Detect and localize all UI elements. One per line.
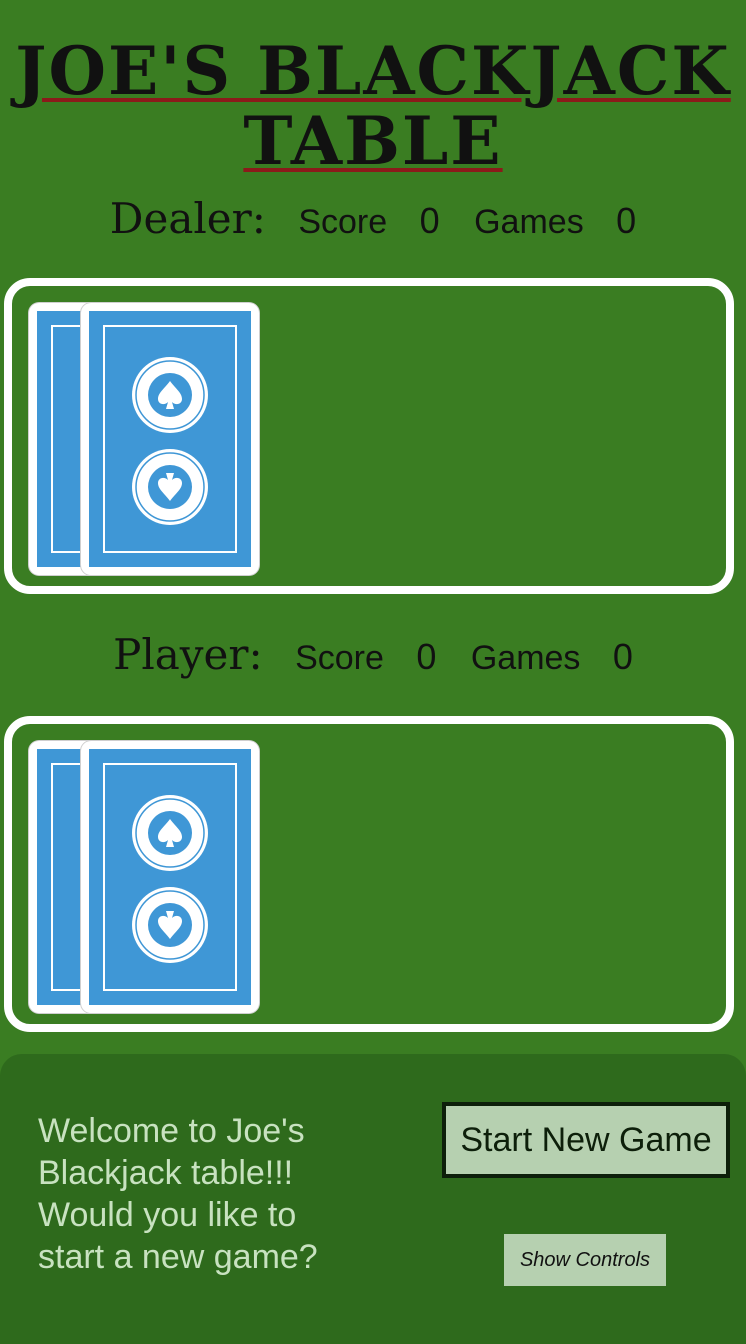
dealer-score-value: 0 — [419, 200, 440, 241]
dealer-scoreline: Dealer: Score 0 Games 0 — [0, 194, 746, 243]
dealer-label: Dealer: — [109, 194, 266, 243]
dealer-score-label: Score — [298, 203, 388, 241]
player-score-label: Score — [295, 639, 384, 677]
welcome-message: Welcome to Joe's Blackjack table!!! Woul… — [38, 1112, 318, 1276]
player-games-label: Games — [470, 639, 581, 677]
player-score-value: 0 — [416, 636, 437, 677]
player-label: Player: — [113, 630, 263, 679]
dealer-games-value: 0 — [616, 200, 637, 241]
dealer-card-back-2 — [81, 303, 259, 575]
player-scoreline: Player: Score 0 Games 0 — [0, 630, 746, 679]
player-card-back-2 — [81, 741, 259, 1013]
acbl-seal-icon — [132, 887, 208, 963]
dealer-games-label: Games — [474, 203, 584, 241]
page-title: Joe's Blackjack Table — [15, 32, 731, 180]
acbl-seal-icon — [132, 357, 208, 433]
acbl-seal-icon — [132, 449, 208, 525]
dealer-hand-area — [4, 278, 734, 594]
show-controls-button[interactable]: Show Controls — [504, 1234, 666, 1286]
player-hand-area — [4, 716, 734, 1032]
acbl-seal-icon — [132, 795, 208, 871]
start-new-game-button[interactable]: Start New Game — [442, 1102, 730, 1178]
player-games-value: 0 — [612, 636, 633, 677]
control-panel: Welcome to Joe's Blackjack table!!! Woul… — [0, 1054, 746, 1344]
